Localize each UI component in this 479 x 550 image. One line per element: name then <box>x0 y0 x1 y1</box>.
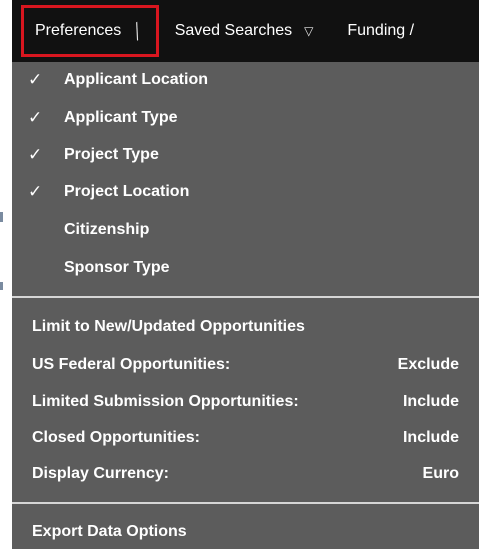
option-value: Include <box>402 429 459 446</box>
pref-item-label: Project Type <box>64 146 159 163</box>
check-icon: ✓ <box>28 145 43 164</box>
background-edge-mark <box>0 282 3 290</box>
check-icon: ✓ <box>28 108 43 127</box>
option-label: US Federal Opportunities: <box>32 356 231 373</box>
pref-item-label: Project Location <box>64 183 190 200</box>
pref-item-project-location[interactable]: ✓ Project Location <box>12 174 479 210</box>
display-currency-option[interactable]: Display Currency: Euro <box>12 456 479 492</box>
saved-searches-menu[interactable]: Saved Searches ▽ <box>159 6 314 56</box>
closed-opportunities-option[interactable]: Closed Opportunities: Include <box>12 420 479 456</box>
pref-item-citizenship[interactable]: Citizenship <box>12 212 479 248</box>
pref-item-applicant-type[interactable]: ✓ Applicant Type <box>12 100 479 136</box>
option-label: Limited Submission Opportunities: <box>32 393 299 410</box>
dropdown-caret-icon: ╱ <box>129 21 145 40</box>
preferences-menu[interactable]: Preferences ╱ <box>21 5 159 57</box>
option-value: Include <box>402 393 459 410</box>
pref-item-label: Applicant Location <box>64 71 208 88</box>
option-value: Euro <box>422 465 459 482</box>
chevron-down-icon: ▽ <box>304 24 314 38</box>
preferences-dropdown: ✓ Applicant Location ✓ Applicant Type ✓ … <box>12 62 479 549</box>
funding-menu-label: Funding / <box>347 22 415 39</box>
saved-searches-menu-label: Saved Searches <box>174 22 293 39</box>
limit-new-updated-option[interactable]: Limit to New/Updated Opportunities <box>12 309 479 345</box>
pref-item-applicant-location[interactable]: ✓ Applicant Location <box>12 62 479 98</box>
limited-submission-option[interactable]: Limited Submission Opportunities: Includ… <box>12 384 479 420</box>
pref-item-project-type[interactable]: ✓ Project Type <box>12 137 479 173</box>
option-value: Exclude <box>397 356 459 373</box>
background-edge-mark <box>0 212 3 222</box>
export-data-label: Export Data Options <box>32 523 187 540</box>
menu-divider <box>12 502 479 504</box>
pref-item-label: Sponsor Type <box>64 259 170 276</box>
check-icon: ✓ <box>28 182 43 201</box>
pref-item-label: Applicant Type <box>64 109 178 126</box>
menu-divider <box>12 296 479 298</box>
pref-item-label: Citizenship <box>64 221 150 238</box>
preferences-menu-label: Preferences <box>35 22 122 39</box>
top-menubar: Preferences ╱ Saved Searches ▽ Funding / <box>12 0 479 62</box>
us-federal-option[interactable]: US Federal Opportunities: Exclude <box>12 347 479 383</box>
limit-option-label: Limit to New/Updated Opportunities <box>32 318 305 335</box>
option-label: Closed Opportunities: <box>32 429 200 446</box>
option-label: Display Currency: <box>32 465 169 482</box>
pref-item-sponsor-type[interactable]: Sponsor Type <box>12 250 479 286</box>
check-icon: ✓ <box>28 70 43 89</box>
export-data-options[interactable]: Export Data Options <box>12 514 479 550</box>
funding-menu[interactable]: Funding / <box>313 6 414 56</box>
